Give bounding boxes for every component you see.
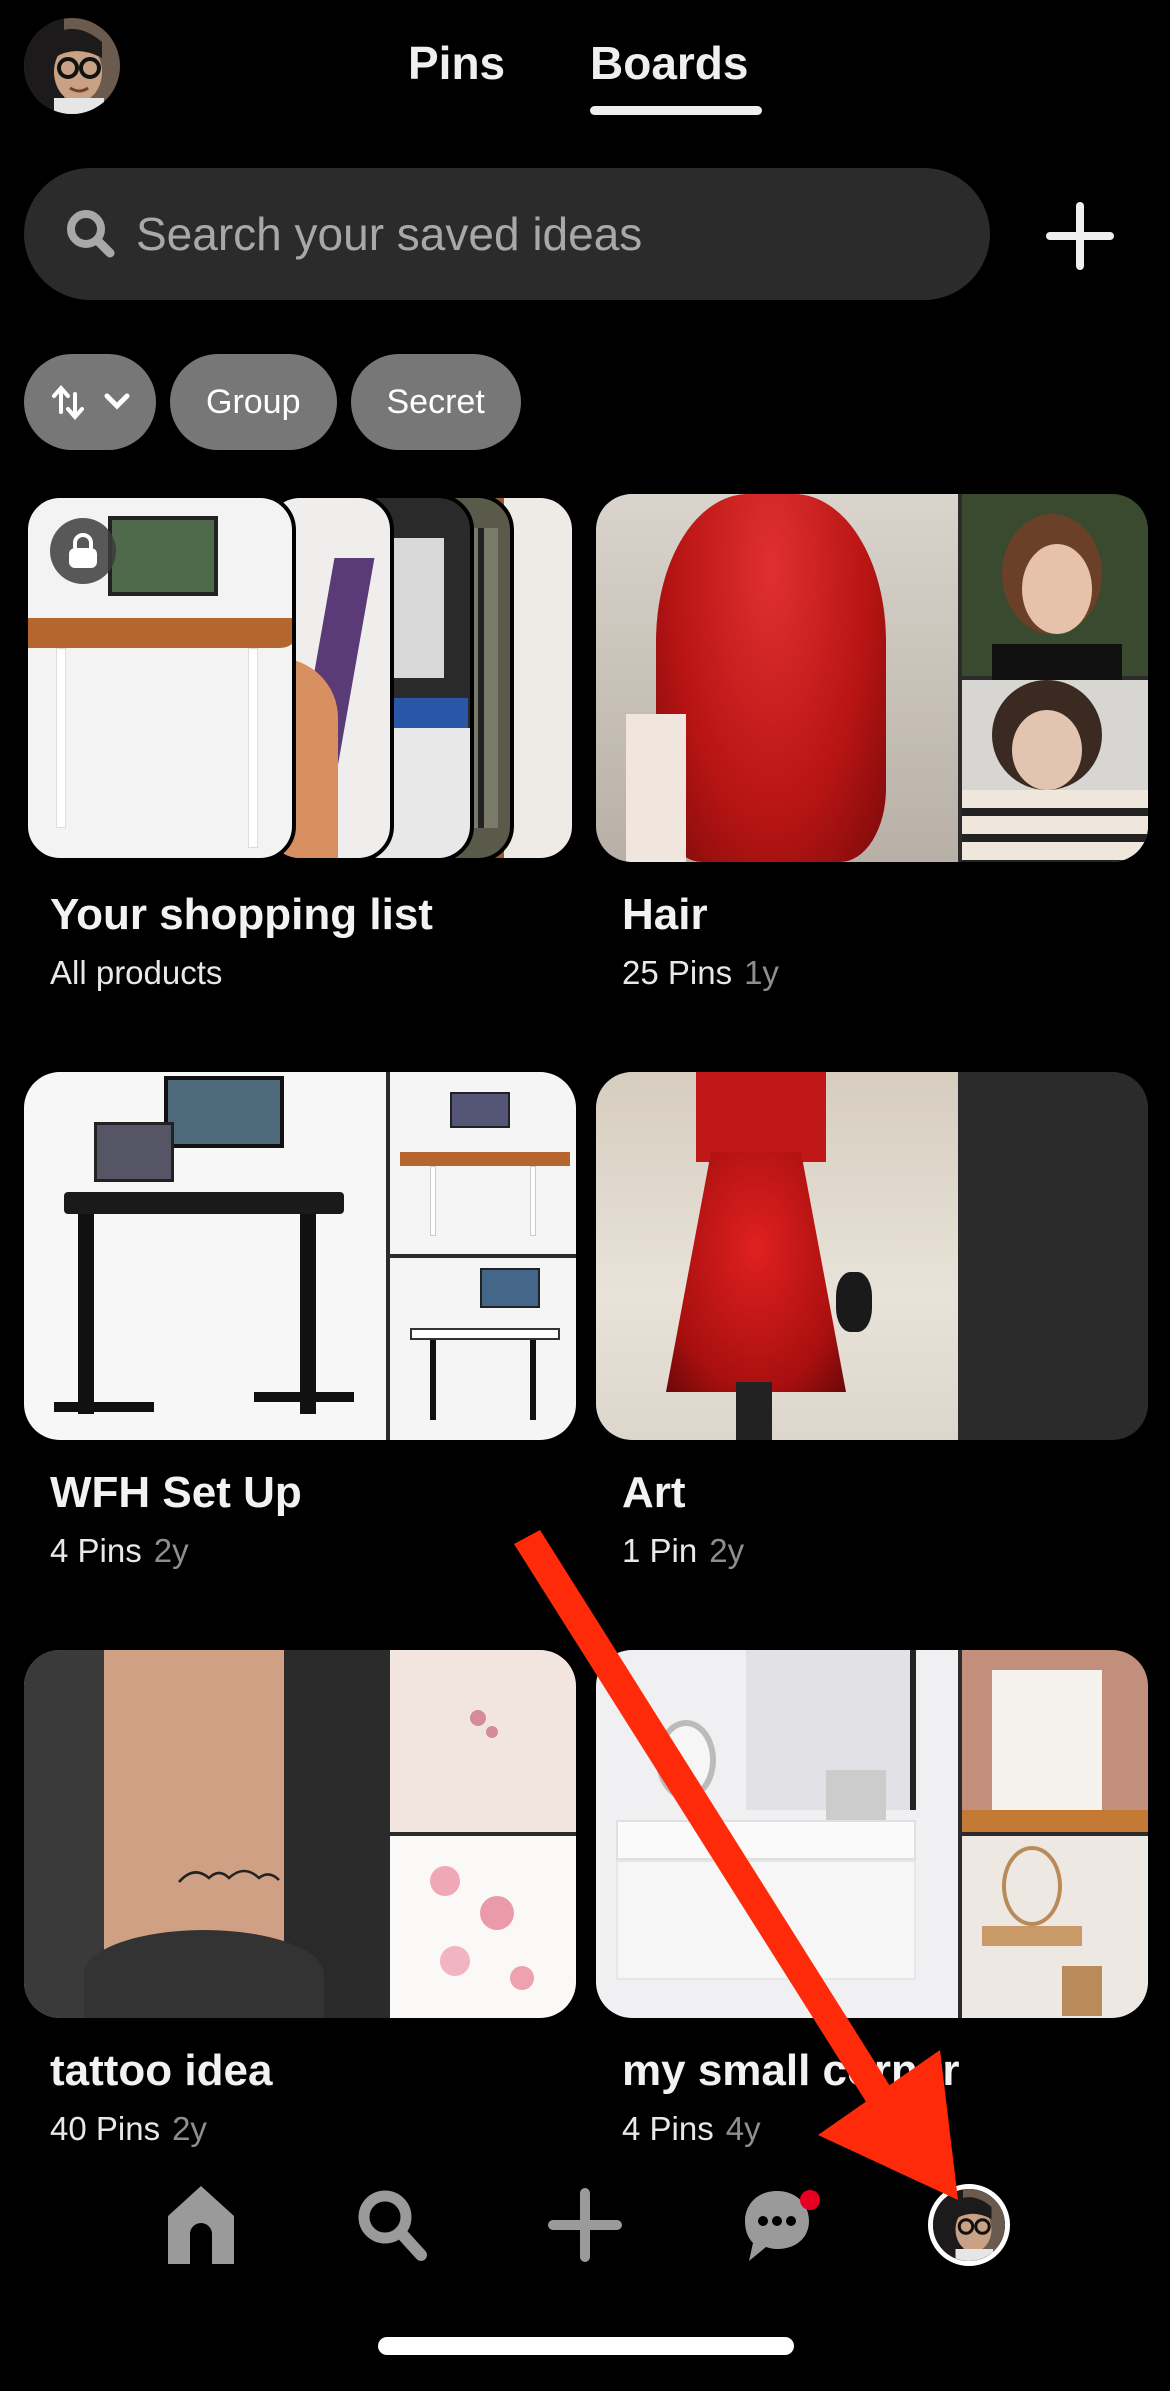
board-meta: All products [50, 954, 223, 991]
board-meta: 25 Pins 1y [622, 954, 779, 991]
board-cover [24, 494, 576, 862]
cover-image [390, 1258, 576, 1440]
chip-group[interactable]: Group [170, 354, 337, 450]
search-icon [358, 2190, 427, 2261]
board-meta: 4 Pins 4y [622, 2110, 761, 2147]
nav-create[interactable] [540, 2180, 630, 2270]
cover-image [24, 1072, 386, 1440]
cover-image [390, 1836, 576, 2018]
sort-arrows-icon [52, 384, 84, 421]
board-cover [596, 494, 1148, 862]
board-shopping-list[interactable]: Your shopping list All products [24, 494, 576, 992]
plus-icon [1046, 202, 1114, 270]
board-title: Your shopping list [50, 890, 433, 939]
chevron-down-icon [104, 393, 130, 410]
cover-image [596, 494, 958, 862]
filter-chips: Group Secret [24, 354, 521, 450]
chip-secret[interactable]: Secret [350, 354, 521, 450]
nav-search[interactable] [348, 2180, 438, 2270]
tab-bar: Pins Boards [0, 36, 1170, 126]
board-meta: 1 Pin 2y [622, 1532, 745, 1569]
board-title: WFH Set Up [50, 1468, 302, 1517]
cover-image [962, 1650, 1148, 1832]
board-cover [24, 1072, 576, 1440]
home-icon [168, 2186, 234, 2264]
lock-icon [50, 518, 116, 584]
search-icon [64, 207, 118, 261]
active-tab-indicator [590, 106, 762, 115]
board-title: my small corner [622, 2046, 960, 2095]
cover-image [390, 1650, 576, 1832]
cover-image [390, 1072, 576, 1254]
board-title: Art [622, 1468, 686, 1517]
nav-messages[interactable] [732, 2180, 822, 2270]
tab-boards[interactable]: Boards [590, 36, 748, 90]
plus-icon [548, 2188, 622, 2262]
board-title: tattoo idea [50, 2046, 273, 2095]
notification-dot [800, 2190, 820, 2210]
cover-image [962, 1836, 1148, 2018]
add-board-button[interactable] [1040, 196, 1120, 276]
sort-button[interactable] [24, 354, 156, 450]
board-cover [596, 1072, 1148, 1440]
board-meta: 40 Pins 2y [50, 2110, 207, 2147]
search-input[interactable] [136, 207, 936, 261]
empty-tile [962, 1072, 1148, 1254]
wave-tattoo [178, 1869, 280, 1883]
board-cover [596, 1650, 1148, 2018]
board-tattoo-idea[interactable]: tattoo idea 40 Pins 2y [24, 1650, 576, 2148]
home-indicator [378, 2337, 794, 2355]
cover-image [962, 494, 1148, 684]
board-art[interactable]: Art 1 Pin 2y [596, 1072, 1148, 1570]
cover-image [24, 1650, 386, 2018]
tab-pins[interactable]: Pins [408, 36, 505, 90]
bottom-nav [0, 2180, 1170, 2280]
cover-image [962, 680, 1148, 862]
board-hair[interactable]: Hair 25 Pins 1y [596, 494, 1148, 992]
nav-profile[interactable] [924, 2180, 1014, 2270]
board-meta: 4 Pins 2y [50, 1532, 189, 1569]
search-bar[interactable] [24, 168, 990, 300]
board-wfh-set-up[interactable]: WFH Set Up 4 Pins 2y [24, 1072, 576, 1570]
cover-image [596, 1072, 958, 1440]
nav-home[interactable] [156, 2180, 246, 2270]
empty-tile [962, 1258, 1148, 1440]
board-title: Hair [622, 890, 708, 939]
user-avatar [928, 2184, 1010, 2266]
cover-image [596, 1650, 958, 2018]
board-cover [24, 1650, 576, 2018]
board-my-small-corner[interactable]: my small corner 4 Pins 4y [596, 1650, 1148, 2148]
